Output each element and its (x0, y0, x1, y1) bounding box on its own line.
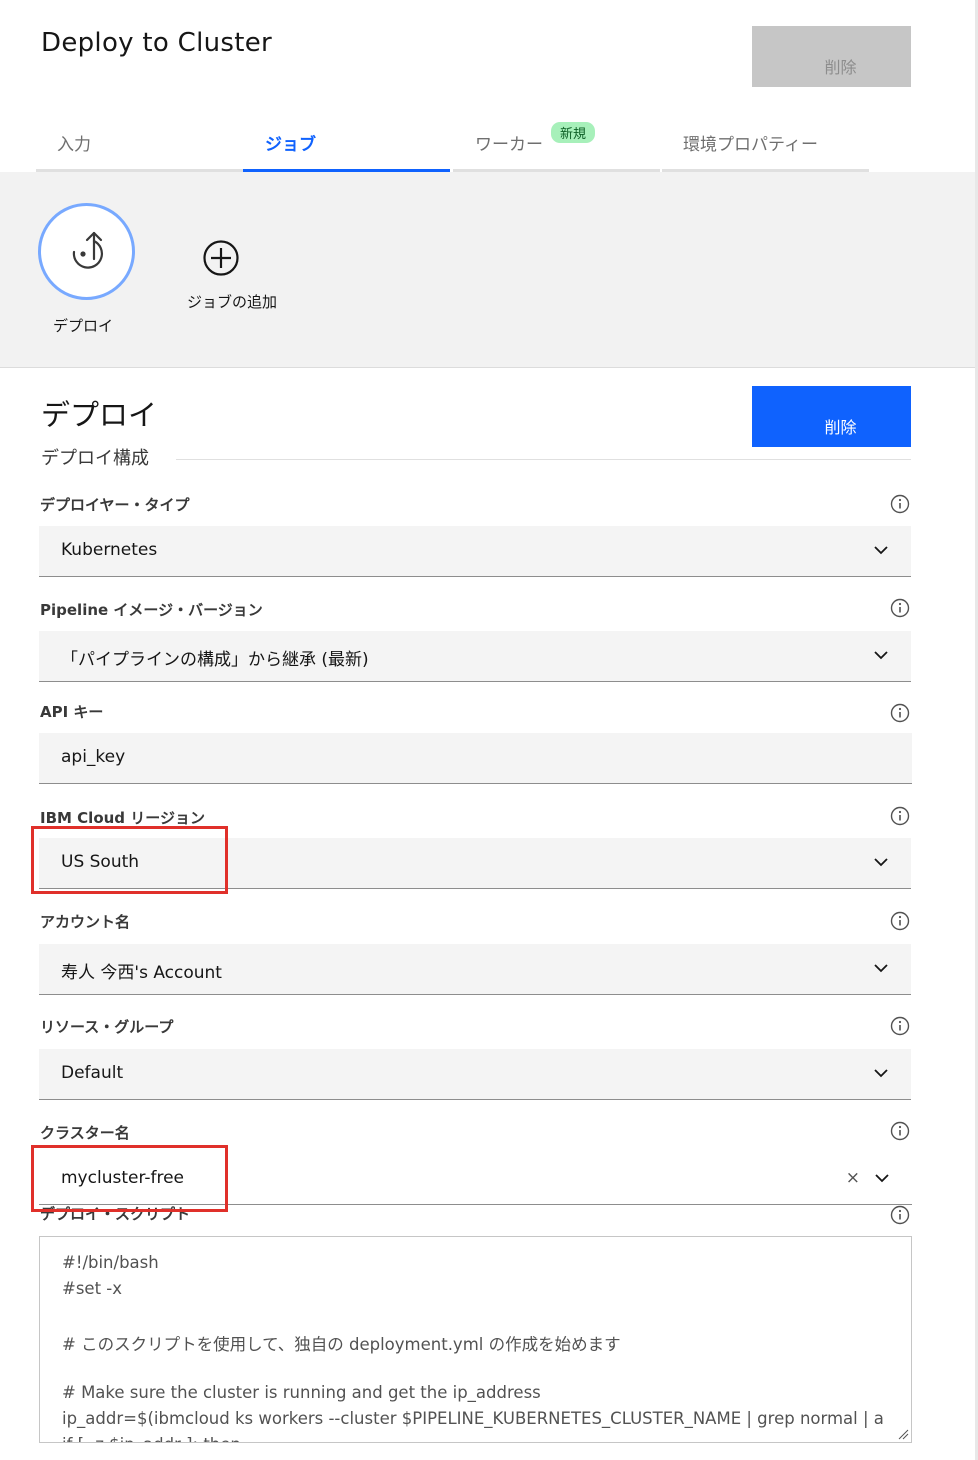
script-line: #set -x (62, 1279, 123, 1298)
chevron-down-icon (874, 858, 888, 867)
chevron-down-icon[interactable] (874, 1173, 890, 1183)
script-line: ip_addr=$(ibmcloud ks workers --cluster … (62, 1409, 884, 1428)
page-title: Deploy to Cluster (41, 28, 273, 58)
info-icon[interactable] (890, 1016, 910, 1036)
tab-bar: 入力 ジョブ ワーカー 環境プロパティー (36, 110, 869, 172)
info-icon[interactable] (890, 1121, 910, 1141)
chevron-down-icon (874, 1069, 888, 1078)
script-line: #!/bin/bash (62, 1253, 159, 1272)
info-icon[interactable] (890, 911, 910, 931)
deploy-job-tile[interactable] (38, 203, 135, 300)
delete-pipeline-button[interactable]: 削除 (752, 26, 911, 87)
region-label: IBM Cloud リージョン (40, 809, 205, 827)
deployer-type-value: Kubernetes (61, 540, 158, 560)
tab-env-properties[interactable]: 環境プロパティー (662, 110, 869, 172)
subsection-title: デプロイ構成 (41, 444, 161, 470)
info-icon[interactable] (890, 598, 910, 618)
script-line: if [ -z $ip_addr ]; then (62, 1435, 241, 1442)
tab-env-label: 環境プロパティー (683, 135, 818, 155)
api-key-value: api_key (61, 747, 126, 767)
jobs-panel: デプロイ ジョブの追加 (0, 172, 978, 368)
resource-group-select[interactable]: Default (39, 1049, 911, 1100)
resource-group-label: リソース・グループ (40, 1018, 174, 1036)
job-title: デプロイ (41, 398, 158, 432)
chevron-down-icon (874, 651, 888, 660)
info-icon[interactable] (890, 703, 910, 723)
info-icon[interactable] (890, 494, 910, 514)
add-job-label[interactable]: ジョブの追加 (187, 291, 277, 312)
info-icon[interactable] (890, 1205, 910, 1225)
account-value: 寿人 今西's Account (61, 963, 222, 983)
tab-input[interactable]: 入力 (36, 110, 243, 172)
highlight-box (31, 826, 228, 894)
chevron-down-icon (874, 546, 888, 555)
tab-jobs[interactable]: ジョブ (243, 110, 450, 172)
account-label: アカウント名 (40, 913, 131, 931)
script-line: # このスクリプトを使用して、独自の deployment.yml の作成を始め… (62, 1335, 621, 1354)
new-badge: 新規 (551, 122, 596, 143)
account-select[interactable]: 寿人 今西's Account (39, 944, 911, 995)
resource-group-value: Default (61, 1063, 124, 1083)
divider (176, 459, 911, 460)
deployer-type-select[interactable]: Kubernetes (39, 526, 911, 577)
script-line: # Make sure the cluster is running and g… (62, 1383, 541, 1402)
tab-workers-label: ワーカー (475, 135, 543, 155)
chevron-down-icon (874, 964, 888, 973)
deploy-script-textarea[interactable]: #!/bin/bash #set -x # このスクリプトを使用して、独自の d… (39, 1236, 912, 1443)
add-circle-icon[interactable] (202, 239, 240, 277)
pipeline-image-value: 「パイプラインの構成」から継承 (最新) (61, 650, 369, 670)
page-header: Deploy to Cluster 削除 入力 ジョブ ワーカー 環境プロパティ… (0, 0, 978, 172)
highlight-box (31, 1145, 228, 1212)
info-icon[interactable] (890, 806, 910, 826)
pipeline-image-label: Pipeline イメージ・バージョン (40, 601, 263, 619)
tab-jobs-label: ジョブ (265, 135, 316, 155)
resize-handle-icon[interactable] (897, 1428, 909, 1440)
deployer-type-label: デプロイヤー・タイプ (40, 496, 190, 514)
api-key-input[interactable]: api_key (39, 733, 912, 784)
deploy-icon (72, 231, 103, 269)
deploy-job-label: デプロイ (53, 317, 114, 335)
api-key-label: API キー (40, 703, 104, 721)
delete-job-button[interactable]: 削除 (752, 386, 911, 447)
cluster-label: クラスター名 (40, 1124, 130, 1142)
clear-icon[interactable]: × (846, 1168, 860, 1188)
pipeline-image-select[interactable]: 「パイプラインの構成」から継承 (最新) (39, 631, 911, 682)
